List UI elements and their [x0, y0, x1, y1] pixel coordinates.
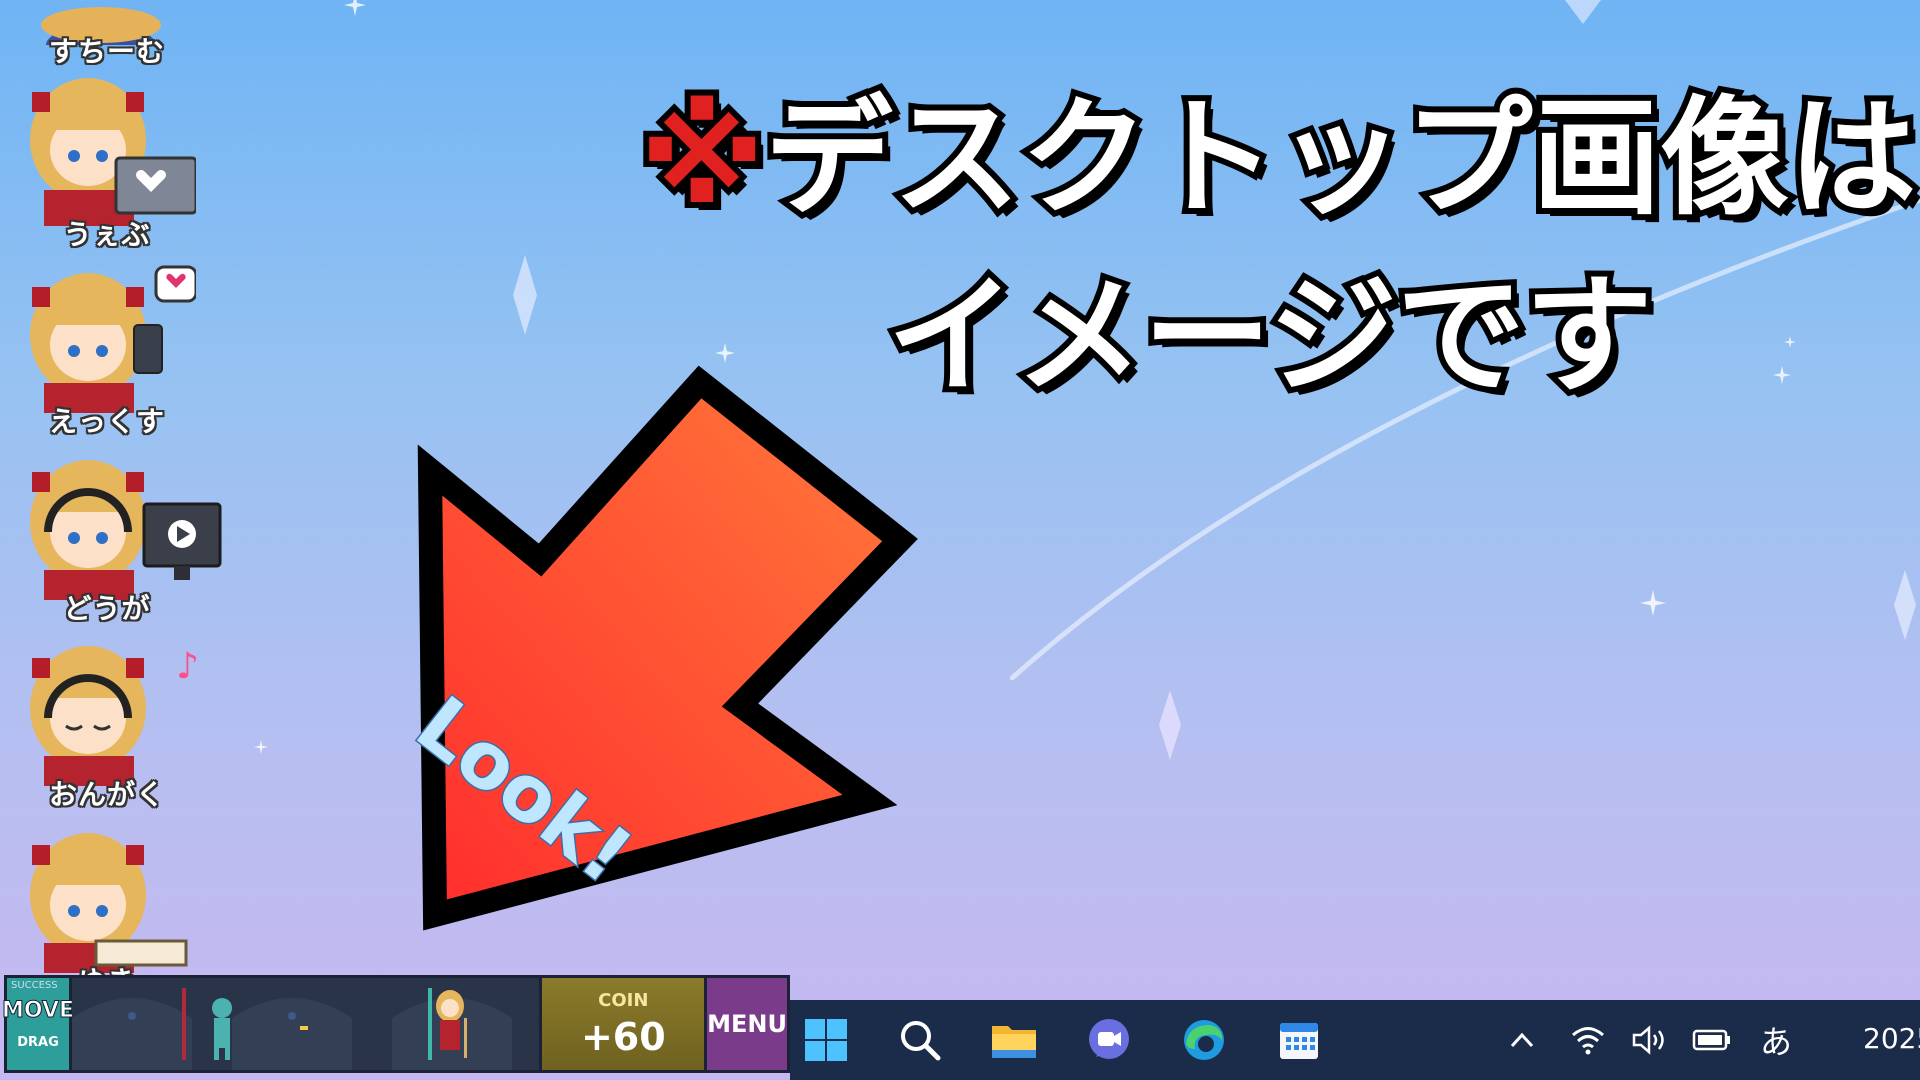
desktop-icon-label: うぇぶ: [63, 218, 151, 251]
video-girl-monitor-icon: [26, 452, 222, 602]
ime-indicator[interactable]: あ: [1756, 1020, 1796, 1061]
desktop-icon-book[interactable]: ゆき: [18, 825, 196, 998]
dungeon-scene: [72, 978, 543, 1070]
pointer-arrow: [400, 360, 920, 960]
desktop-icon-steam[interactable]: すちーむ: [18, 0, 196, 68]
reference-mark: ※: [634, 78, 770, 239]
move-label: MOVE: [1, 998, 75, 1024]
start-icon[interactable]: [802, 1016, 850, 1064]
file-explorer-icon[interactable]: [990, 1016, 1038, 1064]
caption-line-1: ※デスクトップ画像は: [634, 78, 1920, 239]
desktop-icon-label: えっくす: [48, 405, 165, 438]
x-girl-phone-icon: [26, 265, 198, 415]
book-girl-icon: [26, 825, 188, 975]
coin-label: COIN: [598, 989, 649, 1011]
clock-label[interactable]: 2025: [1863, 1022, 1920, 1055]
drag-label: DRAG: [17, 1035, 59, 1050]
taskbar: あ 2025: [790, 1000, 1920, 1080]
ime-label: あ: [1759, 1023, 1792, 1061]
search-icon[interactable]: [896, 1016, 944, 1064]
coin-value: +60: [580, 1014, 666, 1059]
desktop-icon-label: おんがく: [48, 778, 165, 811]
desktop-icon-label: すちーむ: [48, 35, 165, 68]
star-decoration: [344, 0, 366, 16]
battery-icon[interactable]: [1692, 1020, 1732, 1060]
wifi-icon[interactable]: [1568, 1020, 1608, 1060]
desktop-icon-music[interactable]: ♪ おんがく: [18, 638, 199, 811]
volume-icon[interactable]: [1630, 1020, 1670, 1060]
desktop-icon-video[interactable]: どうが: [18, 452, 222, 625]
desktop-icon-web[interactable]: うぇぶ: [18, 78, 198, 251]
sparkle-decoration: [1565, 0, 1601, 24]
move-drag-toggle[interactable]: SUCCESS MOVE DRAG: [1, 978, 75, 1070]
menu-button[interactable]: MENU: [707, 978, 787, 1070]
web-girl-laptop-icon: [26, 78, 198, 228]
menu-label: MENU: [707, 1010, 787, 1038]
sparkle-decoration: [513, 255, 537, 335]
svg-text:♪: ♪: [176, 646, 199, 687]
mode-small-label: SUCCESS: [11, 980, 58, 991]
chat-icon[interactable]: [1085, 1016, 1133, 1064]
desktop-icon-label: どうが: [63, 592, 151, 625]
calendar-icon[interactable]: [1275, 1016, 1323, 1064]
desktop-icon-x[interactable]: えっくす: [18, 265, 198, 438]
coin-counter: COIN +60: [542, 978, 708, 1070]
edge-browser-icon[interactable]: [1180, 1016, 1228, 1064]
star-decoration: [254, 740, 268, 754]
sparkle-decoration: [1159, 690, 1181, 760]
mini-game-widget[interactable]: SUCCESS MOVE DRAG COIN +60 MENU: [1, 975, 790, 1073]
music-girl-headphones-icon: ♪: [26, 638, 199, 788]
chevron-up-icon[interactable]: [1502, 1020, 1542, 1060]
